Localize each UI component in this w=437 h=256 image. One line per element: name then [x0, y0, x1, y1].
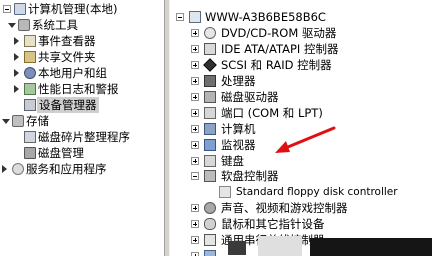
annotation-arrow-icon: [275, 126, 336, 153]
